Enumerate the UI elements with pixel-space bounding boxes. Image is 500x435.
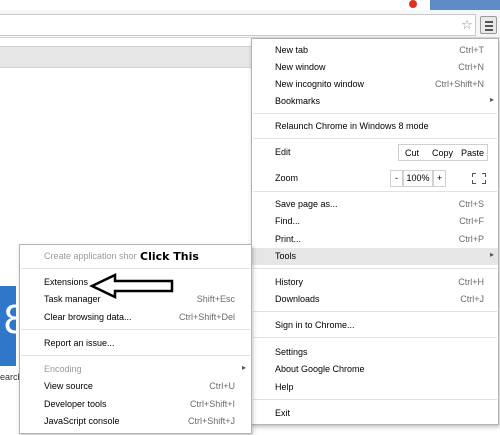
annotation-arrow-icon (89, 273, 174, 299)
